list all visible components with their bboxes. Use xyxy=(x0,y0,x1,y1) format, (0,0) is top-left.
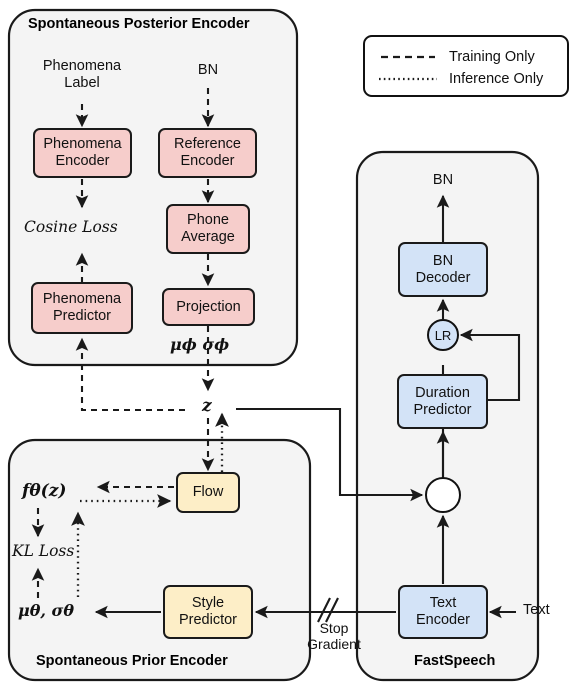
label-latent-z: z xyxy=(202,396,212,416)
label-kl-loss: KL Loss xyxy=(12,542,75,560)
node-text-encoder-line2: Encoder xyxy=(415,612,470,628)
label-mu-sigma-phi: μϕ σϕ xyxy=(170,335,230,354)
legend-lines xyxy=(379,55,437,81)
legend-label-inference-only: Inference Only xyxy=(449,71,544,87)
node-flow-label: Flow xyxy=(192,484,224,501)
node-phenomena-encoder[interactable]: Phenomena Encoder xyxy=(33,128,132,178)
node-phone-average-line2: Average xyxy=(181,229,235,245)
diagram-canvas: Spontaneous Posterior Encoder Spontaneou… xyxy=(0,0,576,690)
node-duration-predictor-line2: Predictor xyxy=(413,401,472,418)
node-flow[interactable]: Flow xyxy=(176,472,240,513)
label-stop-gradient: Stop Gradient xyxy=(296,620,372,652)
node-phenomena-predictor-line1: Phenomena xyxy=(42,291,122,308)
node-style-predictor[interactable]: Style Predictor xyxy=(163,585,253,639)
node-phenomena-predictor[interactable]: Phenomena Predictor xyxy=(31,282,133,334)
node-phone-average[interactable]: Phone Average xyxy=(166,204,250,254)
node-text-encoder[interactable]: Text Encoder xyxy=(398,585,488,639)
node-bn-decoder[interactable]: BN Decoder xyxy=(398,242,488,297)
node-style-predictor-line1: Style xyxy=(191,595,225,612)
node-bn-decoder-line2: Decoder xyxy=(415,269,471,286)
node-phenomena-encoder-line1: Phenomena xyxy=(43,136,122,153)
node-reference-encoder-line1: Reference xyxy=(174,136,241,153)
operator-add[interactable] xyxy=(425,477,461,513)
node-reference-encoder[interactable]: Reference Encoder xyxy=(158,128,257,178)
label-f-theta-z: fθ(z) xyxy=(22,481,67,501)
label-stop-gradient-line1: Stop xyxy=(319,620,349,636)
label-mu-sigma-theta: μθ, σθ xyxy=(18,601,74,620)
input-bn-label: BN xyxy=(197,62,219,78)
label-stop-gradient-line2: Gradient xyxy=(307,636,361,653)
operator-length-regulator-label: LR xyxy=(434,327,452,343)
legend-label-training-only: Training Only xyxy=(449,49,535,65)
input-phenomena-label-line1: Phenomena xyxy=(42,58,122,74)
input-text-label: Text xyxy=(523,602,550,618)
node-phenomena-predictor-line2: Predictor xyxy=(52,308,111,324)
label-cosine-loss: Cosine Loss xyxy=(24,218,118,236)
node-phenomena-encoder-line2: Encoder xyxy=(55,153,110,169)
node-style-predictor-line2: Predictor xyxy=(178,612,238,628)
operator-length-regulator[interactable]: LR xyxy=(427,319,459,351)
node-phone-average-line1: Phone xyxy=(187,212,229,229)
node-duration-predictor-line1: Duration xyxy=(415,384,470,401)
node-bn-decoder-line1: BN xyxy=(432,252,454,269)
node-duration-predictor[interactable]: Duration Predictor xyxy=(397,374,488,429)
node-projection-label: Projection xyxy=(176,298,241,315)
input-phenomena-label-line2: Label xyxy=(64,74,100,91)
output-bn-label: BN xyxy=(432,172,454,188)
node-text-encoder-line1: Text xyxy=(429,595,457,612)
node-projection[interactable]: Projection xyxy=(162,288,255,326)
input-phenomena-label: Phenomena Label xyxy=(32,58,132,91)
node-reference-encoder-line2: Encoder xyxy=(180,153,235,169)
